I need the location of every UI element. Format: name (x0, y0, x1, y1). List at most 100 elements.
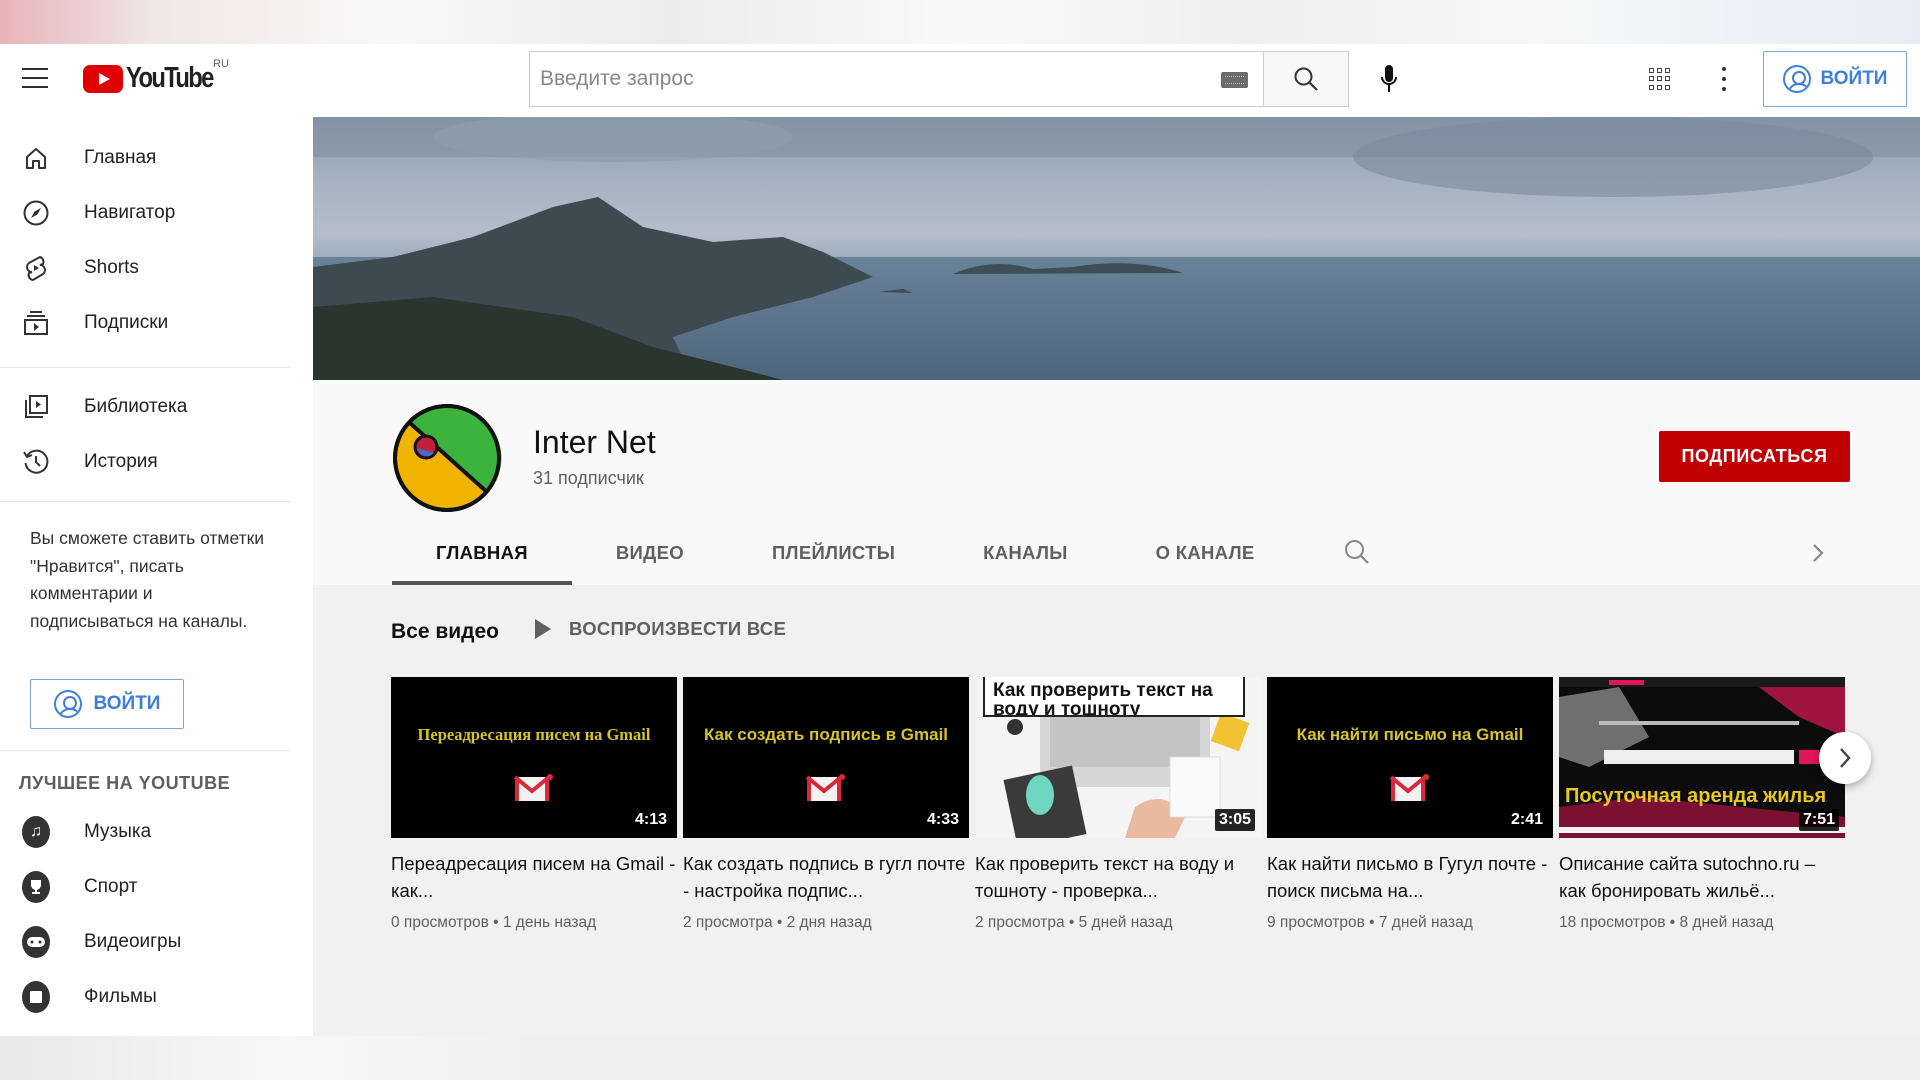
sidebar-item-label: Навигатор (84, 202, 176, 223)
thumbnail-caption: Как проверить текст на воду и тошноту (983, 677, 1245, 717)
play-all-label: ВОСПРОИЗВЕСТИ ВСЕ (569, 618, 787, 639)
video-card[interactable]: Как найти письмо на Gmail 2:41 Как найти… (1267, 677, 1553, 932)
signin-button-sidebar[interactable]: ВОЙТИ (30, 679, 184, 729)
sidebar-item-sport[interactable]: Спорт (0, 862, 290, 912)
video-duration: 4:33 (922, 809, 963, 831)
channel-search-icon[interactable] (1343, 538, 1373, 568)
youtube-play-icon (83, 64, 123, 93)
video-duration: 3:05 (1214, 809, 1255, 831)
trophy-icon (22, 871, 50, 903)
search-box (529, 51, 1264, 107)
shelf-title[interactable]: Все видео (391, 620, 499, 644)
channel-content: Все видео ВОСПРОИЗВЕСТИ ВСЕ Переадресаци… (313, 585, 1920, 1036)
video-title[interactable]: Описание сайта sutochno.ru – как брониро… (1559, 850, 1845, 904)
sidebar-item-label: История (84, 451, 158, 472)
search-button[interactable] (1263, 51, 1349, 107)
channel-name: Inter Net (533, 424, 656, 460)
video-card[interactable]: Посуточная аренда жилья 7:51 Описание са… (1559, 677, 1845, 932)
video-meta: 2 просмотра • 5 дней назад (975, 914, 1173, 931)
signin-label: ВОЙТИ (93, 693, 161, 714)
youtube-logo[interactable]: YouTube (83, 62, 232, 95)
keyboard-icon[interactable] (1221, 72, 1248, 88)
gmail-icon (805, 774, 845, 801)
voice-search-button[interactable] (1366, 56, 1412, 102)
logo-text: YouTube (126, 62, 214, 94)
subscriber-count: 31 подписчик (533, 468, 644, 488)
sidebar-item-library[interactable]: Библиотека (0, 382, 290, 432)
sidebar-item-explore[interactable]: Навигатор (0, 188, 290, 238)
video-title[interactable]: Переадресация писем на Gmail - как... (391, 850, 677, 904)
video-title[interactable]: Как проверить текст на воду и тошноту - … (975, 850, 1261, 904)
signin-label: ВОЙТИ (1820, 68, 1888, 89)
home-icon (22, 144, 50, 172)
thumbnail-caption: Переадресация писем на Gmail (417, 725, 651, 744)
video-card[interactable]: Как проверить текст на воду и тошноту 3:… (975, 677, 1261, 932)
sidebar-divider (0, 501, 290, 502)
best-of-youtube-title: ЛУЧШЕЕ НА YOUTUBE (19, 773, 231, 793)
subscriptions-icon (22, 309, 50, 337)
gmail-icon (1389, 774, 1429, 801)
tab-home[interactable]: ГЛАВНАЯ (392, 520, 572, 585)
video-thumbnail[interactable]: Посуточная аренда жилья 7:51 (1559, 677, 1845, 838)
sidebar-item-label: Фильмы (84, 986, 157, 1007)
sidebar-item-label: Библиотека (84, 396, 188, 417)
sidebar-item-music[interactable]: ♫ Музыка (0, 807, 290, 857)
sidebar-item-label: Shorts (84, 257, 139, 278)
search-icon (1294, 67, 1318, 91)
region-code: RU (213, 58, 229, 70)
tab-channels[interactable]: КАНАЛЫ (939, 520, 1112, 585)
video-thumbnail[interactable]: Переадресация писем на Gmail 4:13 (391, 677, 677, 838)
channel-header: Inter Net 31 подписчик ПОДПИСАТЬСЯ ГЛАВН… (313, 380, 1920, 585)
sidebar-divider (0, 367, 290, 368)
browser-top-blur (0, 0, 1920, 44)
video-card[interactable]: Как создать подпись в Gmail 4:33 Как соз… (683, 677, 969, 932)
subscribe-button[interactable]: ПОДПИСАТЬСЯ (1659, 431, 1850, 482)
video-thumbnail[interactable]: Как проверить текст на воду и тошноту 3:… (975, 677, 1261, 838)
signin-button-header[interactable]: ВОЙТИ (1763, 51, 1907, 107)
tabs-next-chevron-icon[interactable] (1803, 538, 1833, 568)
thumbnail-caption: Посуточная аренда жилья (1565, 785, 1827, 807)
video-thumbnail[interactable]: Как найти письмо на Gmail 2:41 (1267, 677, 1553, 838)
tab-about[interactable]: О КАНАЛЕ (1112, 520, 1299, 585)
sidebar-item-shorts[interactable]: Shorts (0, 243, 290, 293)
masthead: YouTube RU ВОЙТИ (0, 44, 1920, 117)
sidebar-item-label: Подписки (84, 312, 169, 333)
gmail-icon (513, 774, 553, 801)
channel-tabs: ГЛАВНАЯ ВИДЕО ПЛЕЙЛИСТЫ КАНАЛЫ О КАНАЛЕ (392, 520, 1299, 585)
sidebar-item-history[interactable]: История (0, 437, 290, 487)
tab-playlists[interactable]: ПЛЕЙЛИСТЫ (728, 520, 939, 585)
sidebar-divider (0, 750, 290, 751)
browser-bottom-blur (0, 1036, 1920, 1080)
film-icon (22, 981, 50, 1013)
shorts-icon (22, 254, 50, 282)
video-meta: 0 просмотров • 1 день назад (391, 914, 597, 931)
menu-icon[interactable] (22, 68, 48, 90)
video-title[interactable]: Как найти письмо в Гугул почте - поиск п… (1267, 850, 1553, 904)
chevron-right-icon (1840, 748, 1851, 768)
sidebar-item-label: Музыка (84, 821, 152, 842)
account-icon (53, 690, 82, 718)
sidebar: Главная Навигатор Shorts Подписки Библио… (0, 117, 313, 1036)
shelf-next-button[interactable] (1819, 732, 1871, 784)
sidebar-item-home[interactable]: Главная (0, 133, 290, 183)
signin-promo-text: Вы сможете ставить отметки "Нравится", п… (30, 528, 265, 631)
compass-icon (22, 199, 50, 227)
video-title[interactable]: Как создать подпись в гугл почте - настр… (683, 850, 969, 904)
thumbnail-caption: Как найти письмо на Gmail (1296, 725, 1524, 744)
play-all-button[interactable]: ВОСПРОИЗВЕСТИ ВСЕ (535, 618, 786, 640)
sidebar-item-gaming[interactable]: Видеоигры (0, 917, 290, 967)
library-icon (22, 393, 50, 421)
sidebar-item-movies[interactable]: Фильмы (0, 972, 290, 1022)
video-card[interactable]: Переадресация писем на Gmail 4:13 Переад… (391, 677, 677, 932)
history-icon (22, 448, 50, 476)
channel-avatar-image (393, 404, 502, 512)
channel-avatar[interactable] (392, 403, 502, 513)
tab-videos[interactable]: ВИДЕО (572, 520, 728, 585)
sidebar-item-label: Спорт (84, 876, 138, 897)
more-options-icon[interactable] (1714, 64, 1734, 94)
search-input[interactable] (530, 67, 1180, 91)
video-thumbnail[interactable]: Как создать подпись в Gmail 4:33 (683, 677, 969, 838)
sidebar-item-subscriptions[interactable]: Подписки (0, 298, 290, 348)
gamepad-icon (22, 926, 50, 958)
apps-grid-icon[interactable] (1645, 64, 1675, 94)
